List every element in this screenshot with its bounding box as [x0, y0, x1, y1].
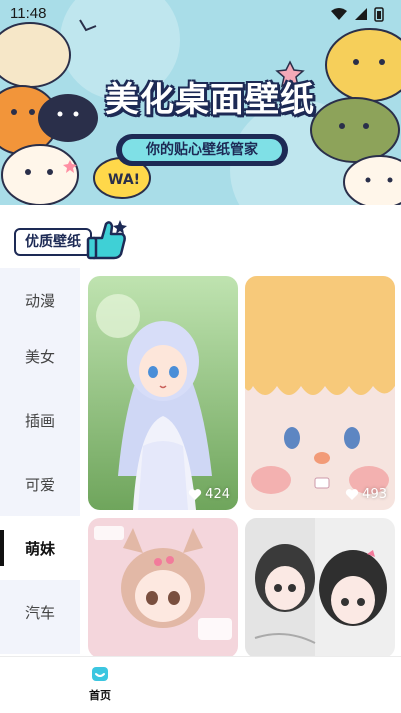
- bottom-navigation: 首页: [0, 656, 401, 713]
- wallpaper-card[interactable]: [245, 518, 395, 658]
- signal-icon: [355, 8, 367, 20]
- hero-banner[interactable]: WA! 11:48 美化桌面壁纸 你的贴心壁纸管家: [0, 0, 401, 205]
- category-label: 美女: [24, 347, 55, 366]
- section-title: 优质壁纸: [14, 228, 92, 256]
- category-sidebar: 动漫 美女 插画 可爱 萌妹 汽车: [0, 268, 80, 654]
- home-icon: [92, 667, 108, 681]
- active-indicator: [0, 530, 4, 566]
- nav-home-label: 首页: [89, 689, 111, 702]
- hero-subtitle: 你的贴心壁纸管家: [120, 137, 284, 163]
- wifi-icon: [331, 8, 347, 20]
- category-label: 汽车: [24, 603, 55, 622]
- hero-subtitle-pill: 你的贴心壁纸管家: [116, 134, 288, 166]
- likes-count: 493: [345, 487, 387, 502]
- wallpaper-image: [88, 276, 238, 510]
- category-item-cute[interactable]: 可爱: [0, 452, 80, 516]
- wallpaper-image: [88, 518, 238, 658]
- wallpaper-card[interactable]: [88, 518, 238, 658]
- wallpaper-image: [245, 518, 395, 658]
- category-label: 可爱: [24, 475, 55, 494]
- category-item-beauty[interactable]: 美女: [0, 324, 80, 388]
- wallpaper-card[interactable]: 424: [88, 276, 238, 510]
- section-header: 优质壁纸: [10, 210, 130, 262]
- category-item-cars[interactable]: 汽车: [0, 580, 80, 644]
- category-label: 插画: [24, 411, 55, 430]
- status-icons: [331, 7, 384, 22]
- wallpaper-image: [245, 276, 395, 510]
- heart-icon: [189, 489, 202, 500]
- thumbs-up-icon: [86, 220, 127, 260]
- wallpaper-card[interactable]: 493: [245, 276, 395, 510]
- category-label: 动漫: [24, 291, 55, 310]
- category-label: 萌妹: [24, 539, 55, 558]
- category-item-anime[interactable]: 动漫: [0, 268, 80, 332]
- nav-home[interactable]: 首页: [75, 665, 125, 709]
- hero-title: 美化桌面壁纸: [105, 80, 315, 120]
- status-bar: 11:48: [0, 0, 401, 28]
- heart-icon: [346, 489, 359, 500]
- category-item-illustration[interactable]: 插画: [0, 388, 80, 452]
- likes-count: 424: [188, 487, 230, 502]
- svg-text:WA!: WA!: [108, 172, 140, 188]
- status-time: 11:48: [10, 5, 47, 22]
- category-item-cute-girl[interactable]: 萌妹: [0, 516, 80, 580]
